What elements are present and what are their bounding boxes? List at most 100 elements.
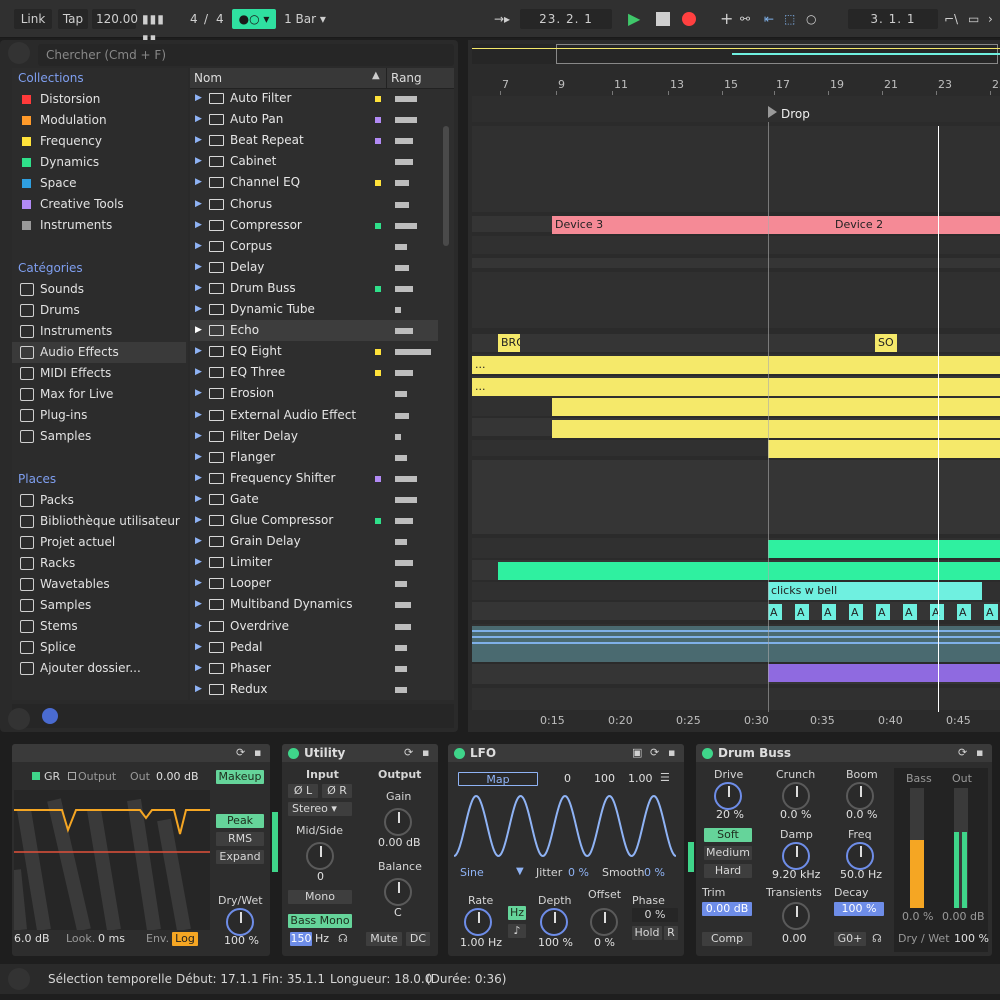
bass-mono-freq[interactable]: 150 xyxy=(290,932,312,946)
browser-item[interactable]: ▶ Looper xyxy=(190,573,438,594)
place-bibliothèque-utilisateur[interactable]: Bibliothèque utilisateur xyxy=(12,511,186,532)
preview-icon[interactable] xyxy=(42,708,58,724)
offset-knob[interactable] xyxy=(590,908,618,936)
place-projet-actuel[interactable]: Projet actuel xyxy=(12,532,186,553)
expand-triangle-icon[interactable]: ▶ xyxy=(195,278,202,299)
track-lane[interactable] xyxy=(472,334,1000,352)
browser-item[interactable]: ▶ Limiter xyxy=(190,552,438,573)
record-button-icon[interactable] xyxy=(682,12,696,26)
browser-toggle-icon[interactable] xyxy=(8,42,30,64)
smooth-value[interactable]: 0 % xyxy=(644,866,665,879)
place-stems[interactable]: Stems xyxy=(12,616,186,637)
expand-triangle-icon[interactable]: ▶ xyxy=(195,552,202,573)
song-position[interactable]: 23. 2. 1 xyxy=(520,9,612,29)
play-button-icon[interactable]: ▶ xyxy=(628,9,640,29)
transients-knob[interactable] xyxy=(782,902,810,930)
browser-item[interactable]: ▶ Filter Delay xyxy=(190,426,438,447)
output-indicator[interactable] xyxy=(68,772,76,780)
hold-button[interactable]: Hold xyxy=(632,926,662,940)
clip-a[interactable]: A xyxy=(930,604,944,620)
mono-button[interactable]: Mono xyxy=(288,890,352,904)
place-splice[interactable]: Splice xyxy=(12,637,186,658)
expand-triangle-icon[interactable]: ▶ xyxy=(195,194,202,215)
loop-position[interactable]: 3. 1. 1 xyxy=(848,9,938,29)
browser-item[interactable]: ▶ EQ Three xyxy=(190,362,438,383)
detail-toggle-icon[interactable] xyxy=(8,708,30,730)
time-label[interactable]: 0:40 xyxy=(878,714,903,727)
drive-value[interactable]: 20 % xyxy=(716,808,744,821)
device-save-icon[interactable]: ▪ xyxy=(976,746,983,759)
back-arrow-icon[interactable]: ⇤ xyxy=(764,9,774,29)
overflow-icon[interactable]: › xyxy=(988,9,993,29)
list-icon[interactable]: ☰ xyxy=(660,771,670,784)
expand-triangle-icon[interactable]: ▶ xyxy=(195,362,202,383)
makeup-button[interactable]: Makeup xyxy=(216,770,264,784)
metronome-bars-icon[interactable]: ▮▮▮ ▮▮ xyxy=(142,9,178,46)
clip-a[interactable]: A xyxy=(822,604,836,620)
collection-space[interactable]: Space xyxy=(12,173,186,194)
phase-value[interactable]: 0 % xyxy=(632,908,678,922)
damp-value[interactable]: 9.20 kHz xyxy=(772,868,820,881)
clip-yellow-2[interactable]: ... xyxy=(472,378,1000,396)
collection-modulation[interactable]: Modulation xyxy=(12,110,186,131)
device-refresh-icon[interactable]: ⟳ xyxy=(650,746,659,759)
expand-triangle-icon[interactable]: ▶ xyxy=(195,489,202,510)
offset-value[interactable]: 0 % xyxy=(594,936,615,949)
clip-a[interactable]: A xyxy=(768,604,782,620)
boom-value[interactable]: 0.0 % xyxy=(846,808,877,821)
expand-triangle-icon[interactable]: ▶ xyxy=(195,573,202,594)
category-max-for-live[interactable]: Max for Live xyxy=(12,384,186,405)
expand-triangle-icon[interactable]: ▶ xyxy=(195,405,202,426)
clip-so[interactable]: SO xyxy=(875,334,897,352)
gr-indicator[interactable] xyxy=(32,772,40,780)
clip-yellow-3[interactable] xyxy=(552,398,1000,416)
clip-green-2[interactable] xyxy=(498,562,1000,580)
collection-instruments[interactable]: Instruments xyxy=(12,215,186,236)
time-sig-numerator[interactable]: 4 xyxy=(186,9,200,29)
log-button[interactable]: Log xyxy=(172,932,198,946)
waveform-select[interactable]: Sine xyxy=(460,866,484,879)
automation-icon[interactable]: ⌐\ xyxy=(944,9,958,29)
decay-value[interactable]: 100 % xyxy=(834,902,884,916)
map-scale[interactable]: 1.00 xyxy=(628,772,653,785)
track-lane[interactable] xyxy=(472,126,1000,212)
device-refresh-icon[interactable]: ⟳ xyxy=(958,746,967,759)
link-chain-icon[interactable]: ⚯ xyxy=(740,9,750,29)
category-samples[interactable]: Samples xyxy=(12,426,186,447)
drive-knob[interactable] xyxy=(714,782,742,810)
midside-value[interactable]: 0 xyxy=(317,870,324,883)
headphone-icon[interactable]: ☊ xyxy=(872,932,882,945)
bar-ruler[interactable]: 7 9 11 13 15 17 19 21 23 25 xyxy=(472,78,1000,95)
overview-bar[interactable] xyxy=(472,44,1000,64)
clip-device-3-cont[interactable] xyxy=(768,216,832,234)
expand-triangle-icon[interactable]: ▶ xyxy=(195,637,202,658)
expand-triangle-icon[interactable]: ▶ xyxy=(195,468,202,489)
map-button[interactable]: Map xyxy=(458,772,538,786)
expand-triangle-icon[interactable]: ▶ xyxy=(195,299,202,320)
time-label[interactable]: 0:20 xyxy=(608,714,633,727)
time-label[interactable]: 0:45 xyxy=(946,714,971,727)
browser-item[interactable]: ▶ Drum Buss xyxy=(190,278,438,299)
midside-knob[interactable] xyxy=(306,842,334,870)
hard-button[interactable]: Hard xyxy=(704,864,752,878)
browser-item[interactable]: ▶ Phaser xyxy=(190,658,438,679)
expand-triangle-icon[interactable]: ▶ xyxy=(195,531,202,552)
bar-number[interactable]: 9 xyxy=(558,78,565,91)
rate-knob[interactable] xyxy=(464,908,492,936)
tempo-field[interactable]: 120.00 xyxy=(92,9,138,29)
track-lane[interactable] xyxy=(472,688,1000,710)
place-ajouter-dossier-[interactable]: Ajouter dossier... xyxy=(12,658,186,679)
track-lane[interactable] xyxy=(472,258,1000,268)
expand-triangle-icon[interactable]: ▶ xyxy=(195,215,202,236)
sort-arrow-icon[interactable]: ▲ xyxy=(372,70,380,81)
place-samples[interactable]: Samples xyxy=(12,595,186,616)
status-toggle-icon[interactable] xyxy=(8,968,30,990)
time-ruler[interactable]: 0:15 0:20 0:25 0:30 0:35 0:40 0:45 xyxy=(472,712,1000,730)
rate-hz-button[interactable]: Hz xyxy=(508,906,526,920)
lookahead-value[interactable]: 0 ms xyxy=(98,932,125,945)
bass-mono-button[interactable]: Bass Mono xyxy=(288,914,352,928)
browser-search-input[interactable]: Chercher (Cmd + F) xyxy=(38,44,454,66)
clip-a[interactable]: A xyxy=(984,604,998,620)
expand-triangle-icon[interactable]: ▶ xyxy=(195,679,202,700)
expand-triangle-icon[interactable]: ▶ xyxy=(195,151,202,172)
